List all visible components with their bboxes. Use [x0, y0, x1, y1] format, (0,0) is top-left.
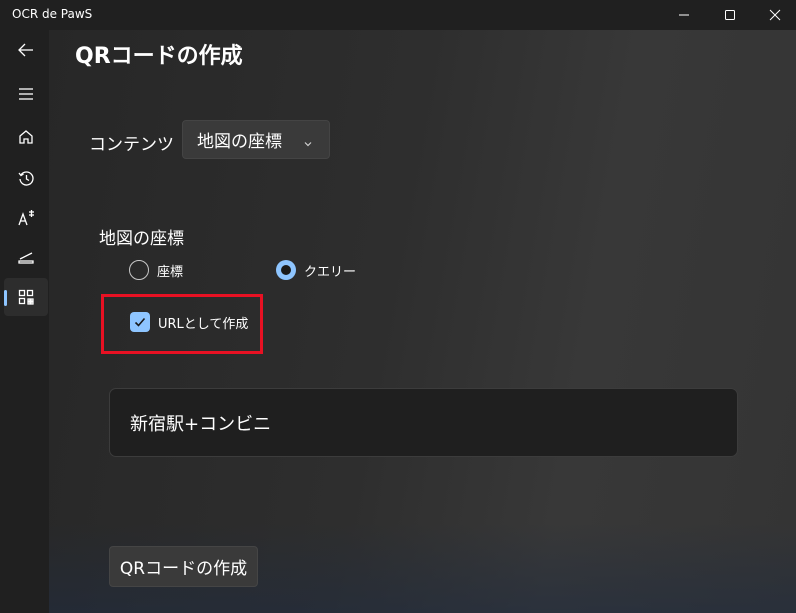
close-icon	[769, 9, 781, 21]
query-input[interactable]: 新宿駅+コンビニ	[109, 388, 738, 457]
radio-circle-query[interactable]	[276, 260, 296, 280]
maximize-icon	[725, 10, 735, 20]
app-window: OCR de PawS QRコードの作成 コンテンツ 地図の座標 地図の座標 座…	[0, 0, 796, 613]
minimize-icon	[679, 14, 689, 16]
scanner-icon	[18, 252, 34, 264]
query-input-value: 新宿駅+コンビニ	[130, 413, 272, 435]
content-type-value: 地図の座標	[197, 132, 282, 152]
map-section-title: 地図の座標	[99, 229, 184, 249]
app-title: OCR de PawS	[12, 7, 93, 21]
home-icon	[19, 130, 33, 144]
content-type-dropdown[interactable]: 地図の座標	[182, 120, 330, 159]
radio-query[interactable]: クエリー	[276, 258, 356, 282]
nav-item-qr-code[interactable]	[4, 278, 48, 316]
back-arrow-icon	[18, 43, 33, 57]
qr-code-icon	[18, 289, 34, 305]
radio-coordinates[interactable]: 座標	[129, 258, 183, 282]
close-button[interactable]	[752, 0, 796, 30]
chevron-down-icon	[303, 134, 313, 153]
hamburger-menu-icon	[19, 88, 33, 100]
create-as-url-checkbox[interactable]: URLとして作成	[130, 311, 248, 333]
text-recognition-icon	[18, 210, 34, 226]
navigation-pane	[0, 30, 49, 613]
create-qr-button-label: QRコードの作成	[119, 559, 248, 579]
page-title: QRコードの作成	[75, 44, 243, 69]
title-bar: OCR de PawS	[0, 0, 796, 30]
radio-circle-coordinates[interactable]	[129, 260, 149, 280]
nav-item-text-recognition[interactable]	[4, 199, 48, 237]
radio-label-coordinates: 座標	[157, 264, 184, 280]
content-type-label: コンテンツ	[89, 135, 174, 155]
checkbox-box[interactable]	[130, 312, 150, 332]
main-content: QRコードの作成 コンテンツ 地図の座標 地図の座標 座標 クエリー URLとし…	[49, 30, 796, 613]
nav-item-history[interactable]	[4, 159, 48, 197]
selection-indicator	[4, 290, 7, 306]
checkmark-icon	[134, 317, 146, 327]
nav-item-scanner[interactable]	[4, 238, 48, 276]
history-icon	[17, 170, 34, 186]
menu-toggle-button[interactable]	[4, 75, 48, 113]
create-qr-button[interactable]: QRコードの作成	[109, 546, 258, 587]
nav-item-home[interactable]	[4, 118, 48, 156]
maximize-button[interactable]	[707, 0, 753, 30]
minimize-button[interactable]	[661, 0, 707, 30]
back-button[interactable]	[4, 31, 48, 69]
checkbox-label: URLとして作成	[158, 316, 249, 332]
radio-label-query: クエリー	[304, 264, 357, 280]
